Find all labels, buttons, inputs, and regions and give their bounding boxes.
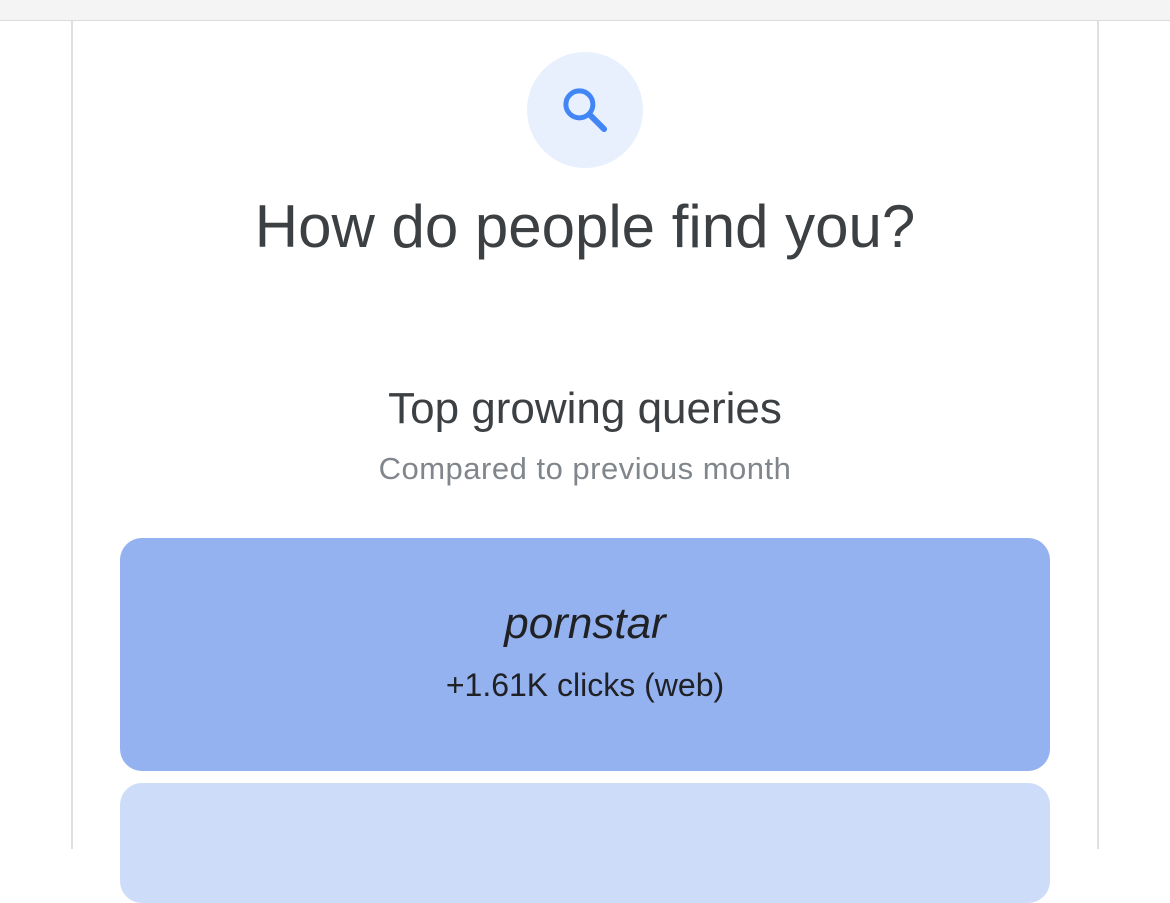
section-subtitle: Compared to previous month [378, 451, 792, 486]
query-metric: +1.61K clicks (web) [445, 667, 725, 703]
search-icon [563, 88, 608, 133]
search-icon-badge [527, 52, 643, 168]
query-term: pornstar [504, 599, 666, 648]
right-gutter [1097, 21, 1170, 849]
page-title: How do people find you? [254, 193, 916, 260]
browser-top-bar [0, 0, 1170, 21]
section-title: Top growing queries [388, 384, 782, 433]
left-gutter [0, 21, 73, 849]
query-card[interactable] [120, 538, 1050, 771]
insights-card: How do people find you? Top growing quer… [73, 21, 1097, 903]
query-card-next[interactable] [120, 783, 1050, 903]
